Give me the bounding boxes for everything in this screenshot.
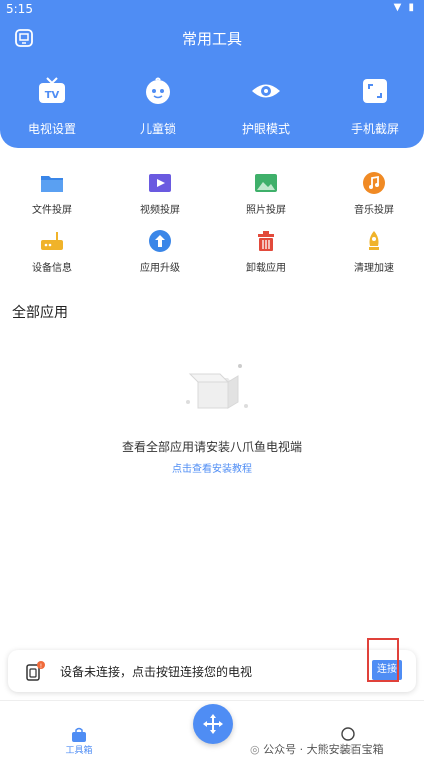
eye-icon: [249, 74, 283, 108]
toolbox-bag-icon: [71, 727, 87, 743]
grid-label: 文件投屏: [32, 205, 72, 216]
video-icon: [147, 170, 173, 196]
tool-eye-mode[interactable]: 护眼模式: [221, 74, 311, 137]
empty-box-illustration: [170, 356, 260, 416]
music-icon: [361, 170, 387, 196]
status-time: 5:15: [6, 2, 33, 16]
header: 常用工具 TV 电视设置 儿童锁 护眼模式 手机截屏: [0, 18, 424, 148]
watermark-text: 公众号 · 大熊安装百宝箱: [263, 743, 384, 756]
grid-item-clean-boost[interactable]: 清理加速: [334, 228, 414, 274]
section-title: 全部应用: [12, 305, 68, 321]
grid-label: 应用升级: [140, 263, 180, 274]
grid-label: 照片投屏: [246, 205, 286, 216]
grid-label: 设备信息: [32, 263, 72, 274]
trash-icon: [253, 228, 279, 254]
install-guide-link[interactable]: 点击查看安装教程: [0, 460, 424, 475]
grid-item-file-cast[interactable]: 文件投屏: [12, 170, 92, 216]
status-bar: 5:15 ▼ ▮: [0, 0, 424, 18]
tool-label: 儿童锁: [139, 122, 176, 136]
child-face-icon: [141, 74, 175, 108]
remote-control-button[interactable]: [193, 704, 233, 744]
grid-label: 清理加速: [354, 263, 394, 274]
photo-icon: [253, 170, 279, 196]
grid-item-device-info[interactable]: 设备信息: [12, 228, 92, 274]
nav-toolbox-label: 工具箱: [65, 746, 93, 756]
tool-child-lock[interactable]: 儿童锁: [113, 74, 203, 137]
grid-label: 音乐投屏: [354, 205, 394, 216]
router-icon: [39, 228, 65, 254]
status-icons: ▼ ▮: [393, 2, 416, 13]
folder-icon: [39, 170, 65, 196]
grid-label: 视频投屏: [140, 205, 180, 216]
grid-item-uninstall[interactable]: 卸载应用: [226, 228, 306, 274]
nav-toolbox[interactable]: 工具箱: [64, 727, 94, 756]
svg-text:!: !: [40, 663, 42, 670]
tv-icon: TV: [35, 74, 69, 108]
device-disconnected-icon: !: [26, 660, 46, 682]
grid-item-photo-cast[interactable]: 照片投屏: [226, 170, 306, 216]
empty-message: 查看全部应用请安装八爪鱼电视端: [121, 440, 302, 454]
connect-bar: ! 设备未连接，点击按钮连接您的电视 连接: [8, 650, 416, 692]
connect-status-text: 设备未连接，点击按钮连接您的电视: [60, 665, 253, 679]
watermark: ◎ 公众号 · 大熊安装百宝箱: [250, 741, 384, 757]
rocket-icon: [361, 228, 387, 254]
grid-label: 卸载应用: [246, 263, 286, 274]
grid-item-music-cast[interactable]: 音乐投屏: [334, 170, 414, 216]
wechat-icon: ◎: [250, 743, 260, 756]
highlight-box: [367, 638, 399, 682]
upgrade-icon: [147, 228, 173, 254]
grid-item-video-cast[interactable]: 视频投屏: [120, 170, 200, 216]
tool-label: 电视设置: [27, 122, 76, 136]
tool-label: 护眼模式: [241, 122, 290, 136]
tool-tv-settings[interactable]: TV 电视设置: [7, 74, 97, 137]
grid-item-app-upgrade[interactable]: 应用升级: [120, 228, 200, 274]
page-title: 常用工具: [181, 30, 242, 48]
move-arrows-icon: [203, 714, 223, 734]
tool-label: 手机截屏: [350, 122, 399, 136]
screenshot-icon: [358, 74, 392, 108]
tool-screenshot[interactable]: 手机截屏: [330, 74, 420, 137]
svg-text:TV: TV: [45, 90, 60, 101]
